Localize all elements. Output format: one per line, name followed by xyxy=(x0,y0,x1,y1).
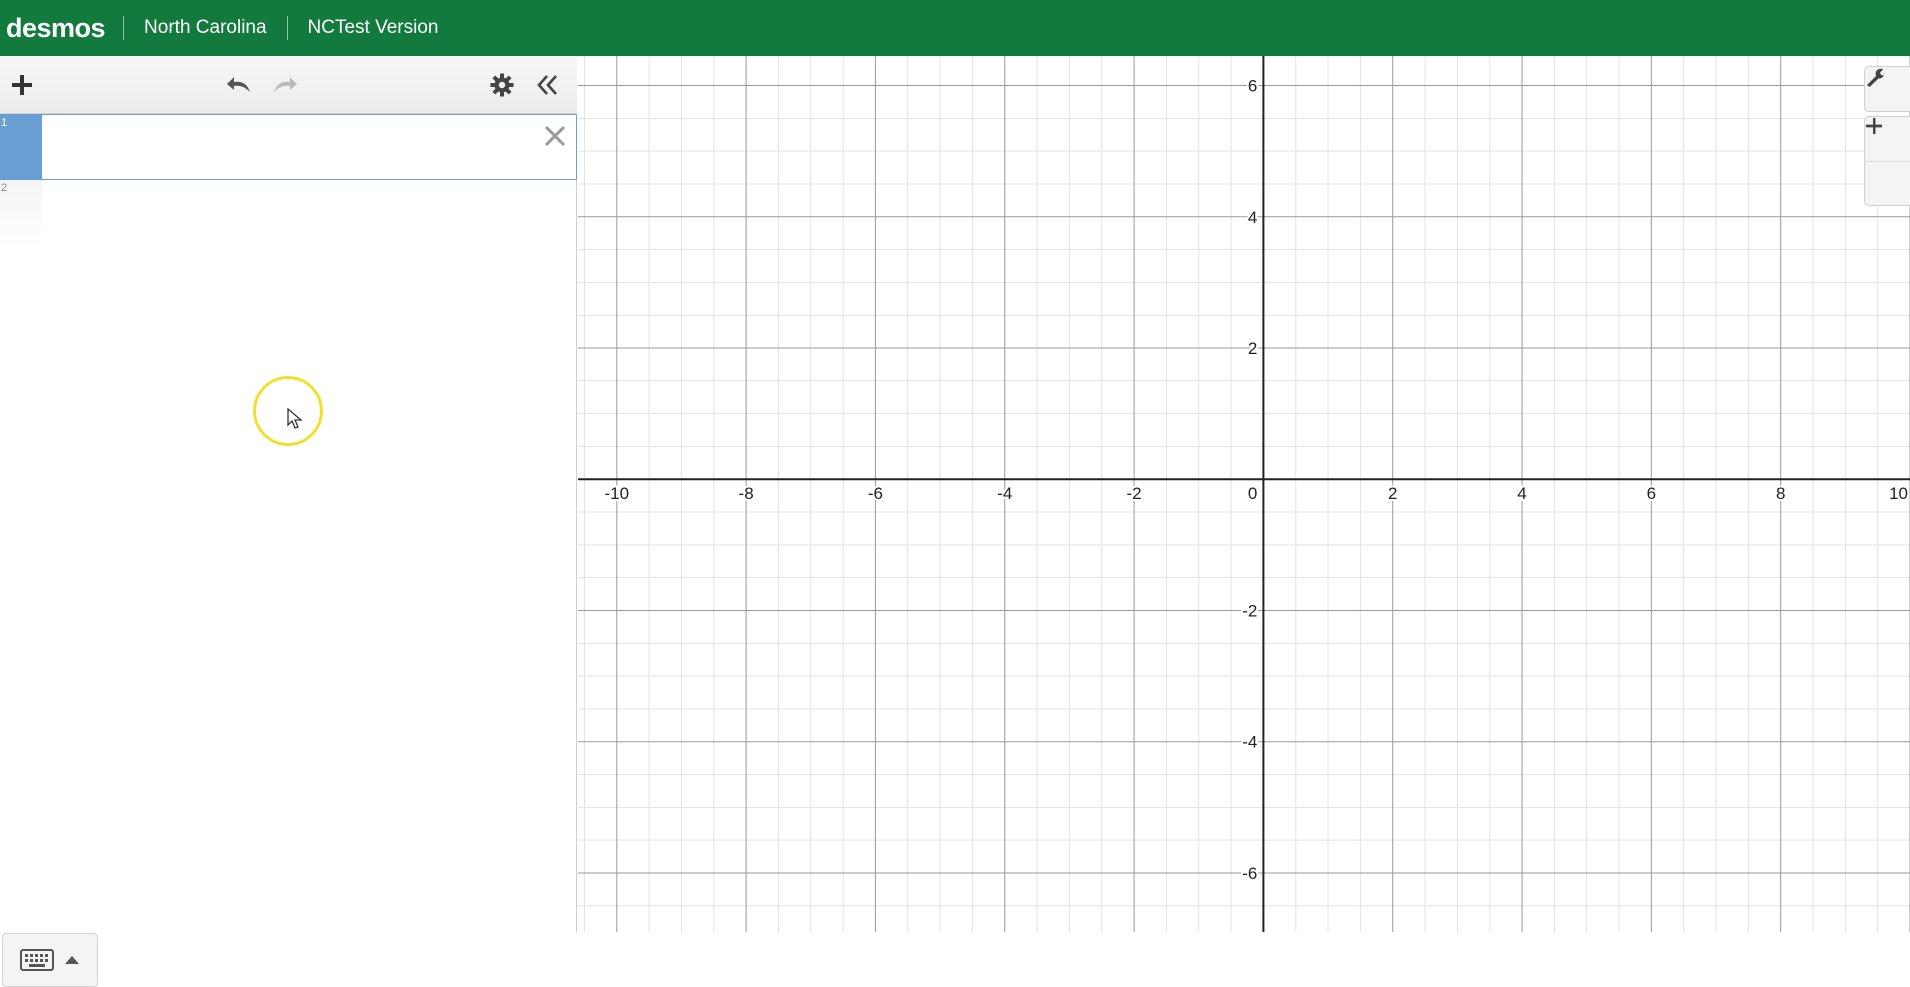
close-icon xyxy=(543,124,567,148)
x-tick-label: -4 xyxy=(997,484,1012,503)
collapse-panel-button[interactable] xyxy=(531,68,565,102)
settings-button[interactable] xyxy=(485,68,519,102)
y-tick-label: 2 xyxy=(1248,339,1257,358)
x-tick-label: -8 xyxy=(739,484,754,503)
graph-canvas[interactable]: -10 -8 -6 -4 -2 2 4 6 8 10 6 4 2 -2 -4 -6 0 xyxy=(578,56,1910,932)
delete-expression-button[interactable] xyxy=(540,121,570,151)
expression-input[interactable] xyxy=(42,115,522,179)
desmos-logo[interactable]: desmos xyxy=(6,16,124,40)
x-tick-label: 4 xyxy=(1517,484,1526,503)
redo-button[interactable] xyxy=(268,68,302,102)
zoom-out-icon xyxy=(1865,117,1883,135)
zoom-out-button[interactable] xyxy=(1865,161,1910,205)
click-highlight-ring xyxy=(253,376,323,446)
x-tick-label: 10 xyxy=(1889,484,1908,503)
plus-icon xyxy=(11,74,33,96)
y-tick-label: 6 xyxy=(1248,77,1257,96)
wrench-icon xyxy=(1865,67,1885,87)
expression-input[interactable] xyxy=(42,180,522,246)
x-tick-label: 8 xyxy=(1776,484,1785,503)
x-tick-label: -10 xyxy=(605,484,630,503)
x-tick-label: 2 xyxy=(1388,484,1397,503)
undo-button[interactable] xyxy=(222,68,256,102)
graph-settings-control xyxy=(1864,66,1910,112)
zoom-controls xyxy=(1864,116,1910,206)
gear-icon xyxy=(490,73,514,97)
keyboard-icon xyxy=(20,949,54,971)
collapse-icon xyxy=(536,73,560,97)
expression-panel: 1 2 xyxy=(0,56,577,932)
y-tick-label: 4 xyxy=(1248,208,1257,227)
header-link-nctest-version[interactable]: NCTest Version xyxy=(288,16,459,40)
y-tick-label: -4 xyxy=(1242,733,1257,752)
graph-settings-button[interactable] xyxy=(1865,67,1910,111)
expression-index: 2 xyxy=(0,180,42,246)
x-tick-label: -6 xyxy=(868,484,883,503)
keypad-toggle-button[interactable] xyxy=(2,933,98,987)
expression-toolbar xyxy=(0,56,577,114)
expression-row[interactable]: 2 xyxy=(0,180,577,246)
expression-row[interactable]: 1 xyxy=(0,114,577,180)
origin-label: 0 xyxy=(1248,484,1257,503)
undo-icon xyxy=(225,74,253,96)
add-item-button[interactable] xyxy=(5,68,39,102)
y-tick-label: -6 xyxy=(1242,864,1257,883)
header-link-north-carolina[interactable]: North Carolina xyxy=(124,16,288,40)
mouse-pointer-icon xyxy=(287,408,303,430)
x-tick-label: 6 xyxy=(1647,484,1656,503)
caret-up-icon xyxy=(64,955,80,965)
expression-list: 1 2 xyxy=(0,114,577,246)
redo-icon xyxy=(271,74,299,96)
graph-plot[interactable]: -10 -8 -6 -4 -2 2 4 6 8 10 6 4 2 -2 -4 -6 0 xyxy=(578,56,1910,932)
y-tick-label: -2 xyxy=(1242,601,1257,620)
expression-index: 1 xyxy=(0,115,42,179)
x-tick-label: -2 xyxy=(1127,484,1142,503)
top-bar: desmos North Carolina NCTest Version xyxy=(0,0,1910,56)
